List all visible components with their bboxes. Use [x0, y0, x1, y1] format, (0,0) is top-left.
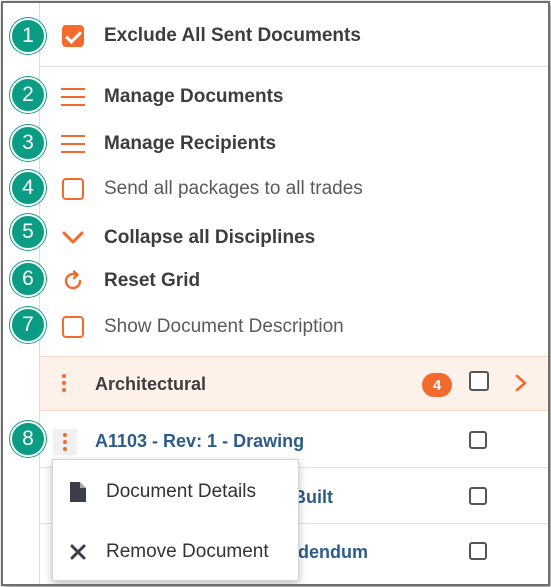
show-description-label: Show Document Description: [104, 316, 344, 337]
collapse-disciplines-option[interactable]: Collapse all Disciplines: [40, 216, 548, 260]
screenshot-frame: Exclude All Sent Documents Manage Docume…: [1, 1, 550, 586]
document-title-link[interactable]: dendum: [298, 542, 368, 563]
collapse-disciplines-label: Collapse all Disciplines: [104, 227, 316, 248]
callout-4: 4: [10, 170, 46, 206]
chevron-down-icon: [60, 225, 86, 251]
show-description-option[interactable]: Show Document Description: [40, 305, 548, 349]
document-details-label: Document Details: [106, 481, 256, 502]
exclude-sent-label: Exclude All Sent Documents: [104, 25, 361, 46]
chevron-right-icon[interactable]: [514, 373, 528, 398]
manage-recipients-label: Manage Recipients: [104, 133, 277, 154]
hamburger-icon: [60, 84, 86, 110]
hamburger-icon: [60, 131, 86, 157]
document-context-menu: Document Details Remove Document: [52, 459, 299, 581]
manage-documents-label: Manage Documents: [104, 86, 284, 107]
discipline-group-row[interactable]: Architectural 4: [40, 356, 548, 411]
manage-recipients-option[interactable]: Manage Recipients: [40, 122, 548, 166]
callout-7: 7: [10, 307, 46, 343]
callout-2: 2: [10, 77, 46, 113]
divider: [40, 66, 548, 67]
document-checkbox[interactable]: [469, 431, 487, 449]
exclude-sent-option[interactable]: Exclude All Sent Documents: [40, 12, 548, 60]
remove-document-menu-item[interactable]: Remove Document: [53, 523, 298, 581]
group-checkbox[interactable]: [469, 371, 489, 391]
document-title-link[interactable]: A1103 - Rev: 1 - Drawing: [95, 431, 304, 452]
callout-8: 8: [10, 421, 46, 457]
kebab-menu-icon[interactable]: [53, 429, 77, 455]
remove-document-label: Remove Document: [106, 541, 269, 562]
callout-6: 6: [10, 261, 46, 297]
document-title-link[interactable]: Built: [293, 487, 333, 508]
kebab-menu-icon[interactable]: [62, 374, 66, 392]
checkbox-checked-icon[interactable]: [60, 23, 86, 49]
checkbox-icon[interactable]: [60, 314, 86, 340]
close-icon: [67, 540, 89, 564]
checkbox-icon[interactable]: [60, 176, 86, 202]
refresh-icon: [60, 268, 86, 294]
callout-1: 1: [10, 18, 46, 54]
reset-grid-label: Reset Grid: [104, 270, 201, 291]
document-checkbox[interactable]: [469, 542, 487, 560]
reset-grid-option[interactable]: Reset Grid: [40, 259, 548, 303]
document-checkbox[interactable]: [469, 487, 487, 505]
count-badge: 4: [422, 373, 452, 397]
document-icon: [67, 480, 89, 504]
send-all-packages-label: Send all packages to all trades: [104, 178, 363, 199]
group-name: Architectural: [95, 374, 207, 394]
callout-3: 3: [10, 125, 46, 161]
send-all-packages-option[interactable]: Send all packages to all trades: [40, 167, 548, 211]
manage-documents-option[interactable]: Manage Documents: [40, 75, 548, 119]
callout-5: 5: [10, 214, 46, 250]
document-details-menu-item[interactable]: Document Details: [53, 463, 298, 521]
